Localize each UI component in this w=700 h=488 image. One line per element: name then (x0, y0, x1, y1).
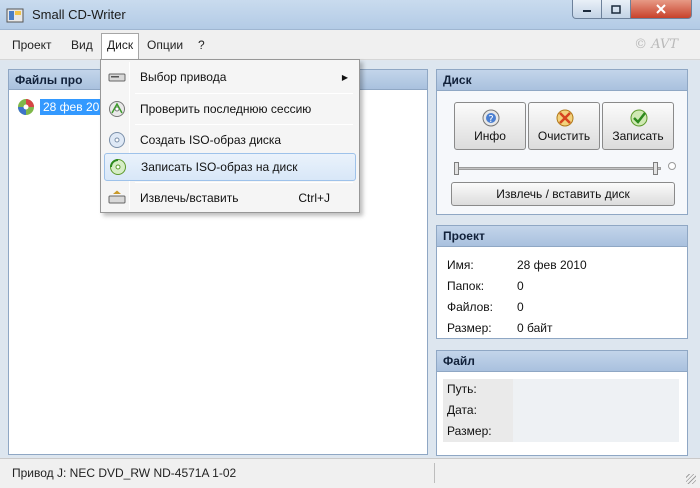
svg-text:?: ? (488, 114, 493, 125)
status-bar: Привод J: NEC DVD_RW ND-4571A 1-02 (0, 458, 700, 488)
disk-menu-dropdown: Выбор привода ▶ Проверить последнюю сесс… (100, 59, 360, 213)
speed-slider-thumb-end[interactable] (653, 162, 658, 175)
project-info-table: Имя: 28 фев 2010 Папок: 0 Файлов: 0 Разм… (443, 254, 679, 338)
file-row-path: Путь: (443, 379, 679, 400)
file-value (513, 379, 679, 400)
menu-project[interactable]: Проект (12, 38, 52, 52)
project-row-name: Имя: 28 фев 2010 (443, 254, 679, 275)
project-row-files: Файлов: 0 (443, 296, 679, 317)
project-row-folders: Папок: 0 (443, 275, 679, 296)
disk-group-header: Диск (437, 70, 687, 91)
file-row-size: Размер: (443, 421, 679, 442)
cd-project-icon (18, 99, 34, 115)
menu-bar: Проект Вид Диск Опции ? © AVT (0, 30, 700, 60)
erase-disc-icon (556, 109, 574, 127)
project-key: Файлов: (447, 299, 494, 314)
file-value (513, 421, 679, 442)
title-bar[interactable]: Small CD-Writer (0, 0, 700, 30)
menu-item-label: Проверить последнюю сессию (140, 102, 312, 116)
project-value: 0 (517, 278, 524, 293)
menu-item-shortcut: Ctrl+J (298, 191, 330, 205)
file-key: Размер: (443, 421, 513, 442)
status-divider (434, 463, 435, 483)
brand-logo: © AVT (634, 37, 678, 52)
file-group-header: Файл (437, 351, 687, 372)
project-group: Проект Имя: 28 фев 2010 Папок: 0 Файлов:… (436, 225, 688, 339)
menu-item-eject[interactable]: Извлечь/вставить Ctrl+J (104, 184, 356, 212)
write-button-label: Записать (612, 129, 664, 143)
project-key: Папок: (447, 278, 485, 293)
project-value: 0 (517, 299, 524, 314)
burn-disc-icon (630, 109, 648, 127)
window-title: Small CD-Writer (32, 7, 126, 22)
info-button[interactable]: ? Инфо (454, 102, 526, 150)
write-button[interactable]: Записать (602, 102, 674, 150)
file-item-label: 28 фев 20 (40, 99, 103, 115)
menu-item-create-iso[interactable]: Создать ISO-образ диска (104, 126, 356, 154)
menu-help[interactable]: ? (198, 38, 205, 52)
menu-item-label: Записать ISO-образ на диск (141, 160, 298, 174)
project-row-size: Размер: 0 байт (443, 317, 679, 338)
info-icon: ? (482, 109, 500, 127)
drive-status-text: Привод J: NEC DVD_RW ND-4571A 1-02 (12, 466, 237, 480)
menu-separator (135, 93, 353, 94)
close-button[interactable] (630, 0, 692, 19)
project-value: 28 фев 2010 (517, 257, 587, 272)
resize-grip-icon[interactable] (686, 474, 696, 484)
file-key: Дата: (443, 400, 513, 421)
maximize-icon (611, 4, 621, 14)
minimize-icon (583, 10, 591, 12)
file-value (513, 400, 679, 421)
list-item[interactable]: 28 фев 20 (17, 98, 103, 116)
info-button-label: Инфо (474, 129, 506, 143)
check-session-icon (109, 101, 125, 117)
project-value: 0 байт (517, 320, 553, 335)
close-icon (656, 4, 666, 14)
menu-item-label: Выбор привода (140, 70, 227, 84)
project-group-header: Проект (437, 226, 687, 247)
slider-indicator-icon (668, 162, 676, 170)
minimize-button[interactable] (572, 0, 602, 19)
file-row-date: Дата: (443, 400, 679, 421)
app-icon (6, 8, 24, 23)
file-group: Файл Путь: Дата: Размер: (436, 350, 688, 456)
iso-create-icon (109, 132, 125, 148)
clear-button-label: Очистить (537, 129, 591, 143)
menu-disk[interactable]: Диск (101, 33, 140, 59)
speed-slider-thumb[interactable] (454, 162, 459, 175)
file-info-table: Путь: Дата: Размер: (443, 379, 679, 442)
drive-icon (108, 73, 126, 82)
menu-options[interactable]: Опции (147, 38, 183, 52)
eject-icon (108, 190, 126, 204)
menu-item-label: Извлечь/вставить (140, 191, 239, 205)
menu-item-burn-iso[interactable]: Записать ISO-образ на диск (104, 153, 356, 181)
eject-insert-button[interactable]: Извлечь / вставить диск (451, 182, 675, 206)
menu-item-select-drive[interactable]: Выбор привода ▶ (104, 63, 356, 91)
project-key: Размер: (447, 320, 492, 335)
maximize-button[interactable] (601, 0, 631, 19)
menu-separator (135, 124, 353, 125)
file-key: Путь: (443, 379, 513, 400)
clear-button[interactable]: Очистить (528, 102, 600, 150)
menu-separator (135, 182, 353, 183)
submenu-arrow-icon: ▶ (341, 72, 348, 82)
speed-slider-track[interactable] (455, 167, 661, 170)
disk-group: Диск ? Инфо Очистить Записать Извлечь / … (436, 69, 688, 215)
menu-item-label: Создать ISO-образ диска (140, 133, 282, 147)
project-key: Имя: (447, 257, 474, 272)
menu-item-check-session[interactable]: Проверить последнюю сессию (104, 95, 356, 123)
iso-burn-icon (110, 159, 126, 175)
menu-view[interactable]: Вид (71, 38, 93, 52)
